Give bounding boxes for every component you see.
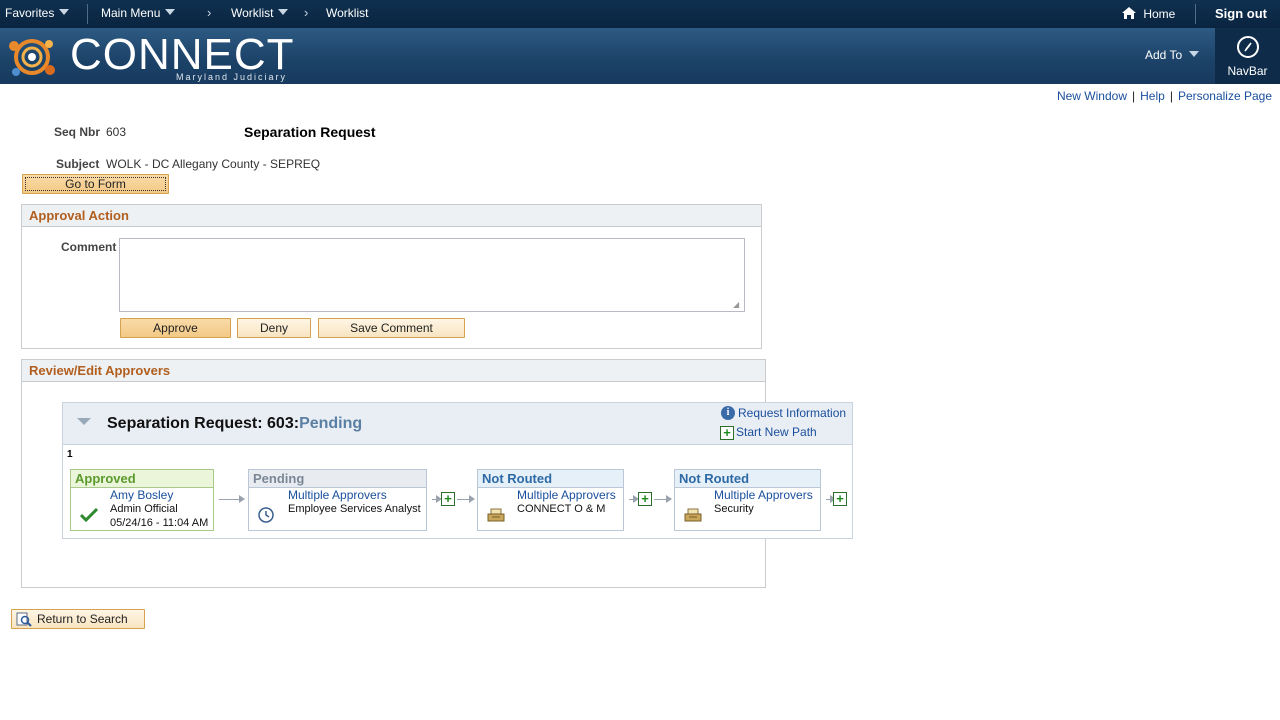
step-approver-link[interactable]: Amy Bosley xyxy=(110,488,173,502)
approval-step-pending: Pending Multiple Approvers Employee Serv… xyxy=(248,469,427,531)
flow-arrow-icon xyxy=(219,495,245,503)
nav-divider xyxy=(1195,4,1196,24)
help-link[interactable]: Help xyxy=(1140,89,1165,103)
flow-line xyxy=(432,495,442,503)
approval-path-header: Separation Request: 603:Pending i Reques… xyxy=(63,403,852,445)
review-edit-approvers-header: Review/Edit Approvers xyxy=(22,360,765,382)
save-comment-button[interactable]: Save Comment xyxy=(318,318,465,338)
inbox-tray-icon xyxy=(487,508,505,522)
flow-arrow-icon xyxy=(457,495,475,503)
go-to-form-button[interactable]: Go to Form xyxy=(22,174,169,194)
subject-value: WOLK - DC Allegany County - SEPREQ xyxy=(106,157,321,171)
path-title-text: Separation Request: 603: xyxy=(107,415,300,432)
return-to-search-label: Return to Search xyxy=(37,612,128,626)
step-status: Not Routed xyxy=(675,470,820,488)
seq-nbr-label: Seq Nbr xyxy=(54,125,101,139)
request-information-link[interactable]: Request Information xyxy=(738,406,846,420)
breadcrumb-label: Worklist xyxy=(231,6,274,20)
flow-line xyxy=(629,495,639,503)
header-banner: CONNECT Maryland Judiciary Add To NavBar xyxy=(0,28,1280,84)
approve-button[interactable]: Approve xyxy=(120,318,231,338)
insert-step-plus-icon[interactable]: + xyxy=(833,492,847,506)
add-to-label: Add To xyxy=(1145,48,1183,62)
return-to-search-button[interactable]: Return to Search xyxy=(11,609,145,629)
home-label: Home xyxy=(1143,7,1176,21)
approval-step-not-routed: Not Routed Multiple Approvers Security xyxy=(674,469,821,531)
clock-icon xyxy=(258,507,274,523)
connect-logo-mark-icon xyxy=(4,32,64,85)
home-link[interactable]: Home xyxy=(1121,6,1175,21)
flow-arrow-icon xyxy=(654,495,672,503)
step-role: CONNECT O & M xyxy=(517,503,606,515)
add-path-plus-icon[interactable]: + xyxy=(720,426,734,440)
approval-step-not-routed: Not Routed Multiple Approvers CONNECT O … xyxy=(477,469,624,531)
compass-icon xyxy=(1237,36,1259,58)
approval-path-title: Separation Request: 603:Pending xyxy=(107,415,362,433)
step-approver-link[interactable]: Multiple Approvers xyxy=(288,488,387,502)
step-approver-link[interactable]: Multiple Approvers xyxy=(517,488,616,502)
sign-out-link[interactable]: Sign out xyxy=(1215,6,1267,21)
insert-step-plus-icon[interactable]: + xyxy=(441,492,455,506)
search-document-icon xyxy=(16,612,32,627)
comment-label: Comment xyxy=(61,240,117,254)
approval-action-header: Approval Action xyxy=(22,205,761,227)
seq-nbr-value: 603 xyxy=(106,125,127,139)
new-window-link[interactable]: New Window xyxy=(1057,89,1127,103)
page-links: New Window | Help | Personalize Page xyxy=(1057,89,1272,103)
deny-button[interactable]: Deny xyxy=(237,318,311,338)
approval-step-approved: Approved Amy Bosley Admin Official 05/24… xyxy=(70,469,214,531)
chevron-down-icon xyxy=(278,9,289,15)
personalize-page-link[interactable]: Personalize Page xyxy=(1178,89,1272,103)
breadcrumb-worklist-menu[interactable]: Worklist xyxy=(231,6,289,20)
collapse-triangle-icon[interactable] xyxy=(77,418,91,425)
step-status: Not Routed xyxy=(478,470,623,488)
link-divider: | xyxy=(1132,89,1136,103)
insert-step-plus-icon[interactable]: + xyxy=(638,492,652,506)
navbar-button[interactable]: NavBar xyxy=(1215,28,1280,84)
info-icon[interactable]: i xyxy=(721,406,735,420)
link-divider: | xyxy=(1169,89,1173,103)
start-new-path-link[interactable]: Start New Path xyxy=(736,425,817,439)
comment-textarea[interactable] xyxy=(119,238,745,312)
main-menu-label: Main Menu xyxy=(101,6,161,20)
add-to-menu[interactable]: Add To xyxy=(1145,48,1200,62)
path-status-text: Pending xyxy=(299,415,363,432)
breadcrumb-separator-icon: › xyxy=(207,5,212,20)
logo-subtitle: Maryland Judiciary xyxy=(176,72,288,82)
page-title: Separation Request xyxy=(244,124,376,140)
chevron-down-icon xyxy=(1189,51,1200,57)
step-role: Security xyxy=(714,503,754,515)
checkmark-icon xyxy=(80,507,98,523)
subject-label: Subject xyxy=(56,157,100,171)
main-menu[interactable]: Main Menu xyxy=(101,6,176,20)
chevron-down-icon xyxy=(165,9,176,15)
breadcrumb-worklist-current[interactable]: Worklist xyxy=(326,6,368,20)
breadcrumb-separator-icon: › xyxy=(304,5,309,20)
favorites-label: Favorites xyxy=(5,6,55,20)
chevron-down-icon xyxy=(59,9,70,15)
nav-divider xyxy=(87,4,88,24)
step-date: 05/24/16 - 11:04 AM xyxy=(110,517,209,529)
top-nav-bar: Favorites Main Menu › Worklist › Worklis… xyxy=(0,0,1280,28)
inbox-tray-icon xyxy=(684,508,702,522)
step-role: Employee Services Analyst xyxy=(288,503,421,515)
path-number: 1 xyxy=(67,449,73,460)
step-status: Approved xyxy=(71,470,213,488)
resize-grip-icon[interactable]: ◢ xyxy=(733,300,743,310)
step-status: Pending xyxy=(249,470,426,488)
step-approver-link[interactable]: Multiple Approvers xyxy=(714,488,813,502)
step-role: Admin Official xyxy=(110,503,178,515)
home-icon xyxy=(1122,7,1136,19)
navbar-label: NavBar xyxy=(1227,64,1268,78)
favorites-menu[interactable]: Favorites xyxy=(5,6,70,20)
